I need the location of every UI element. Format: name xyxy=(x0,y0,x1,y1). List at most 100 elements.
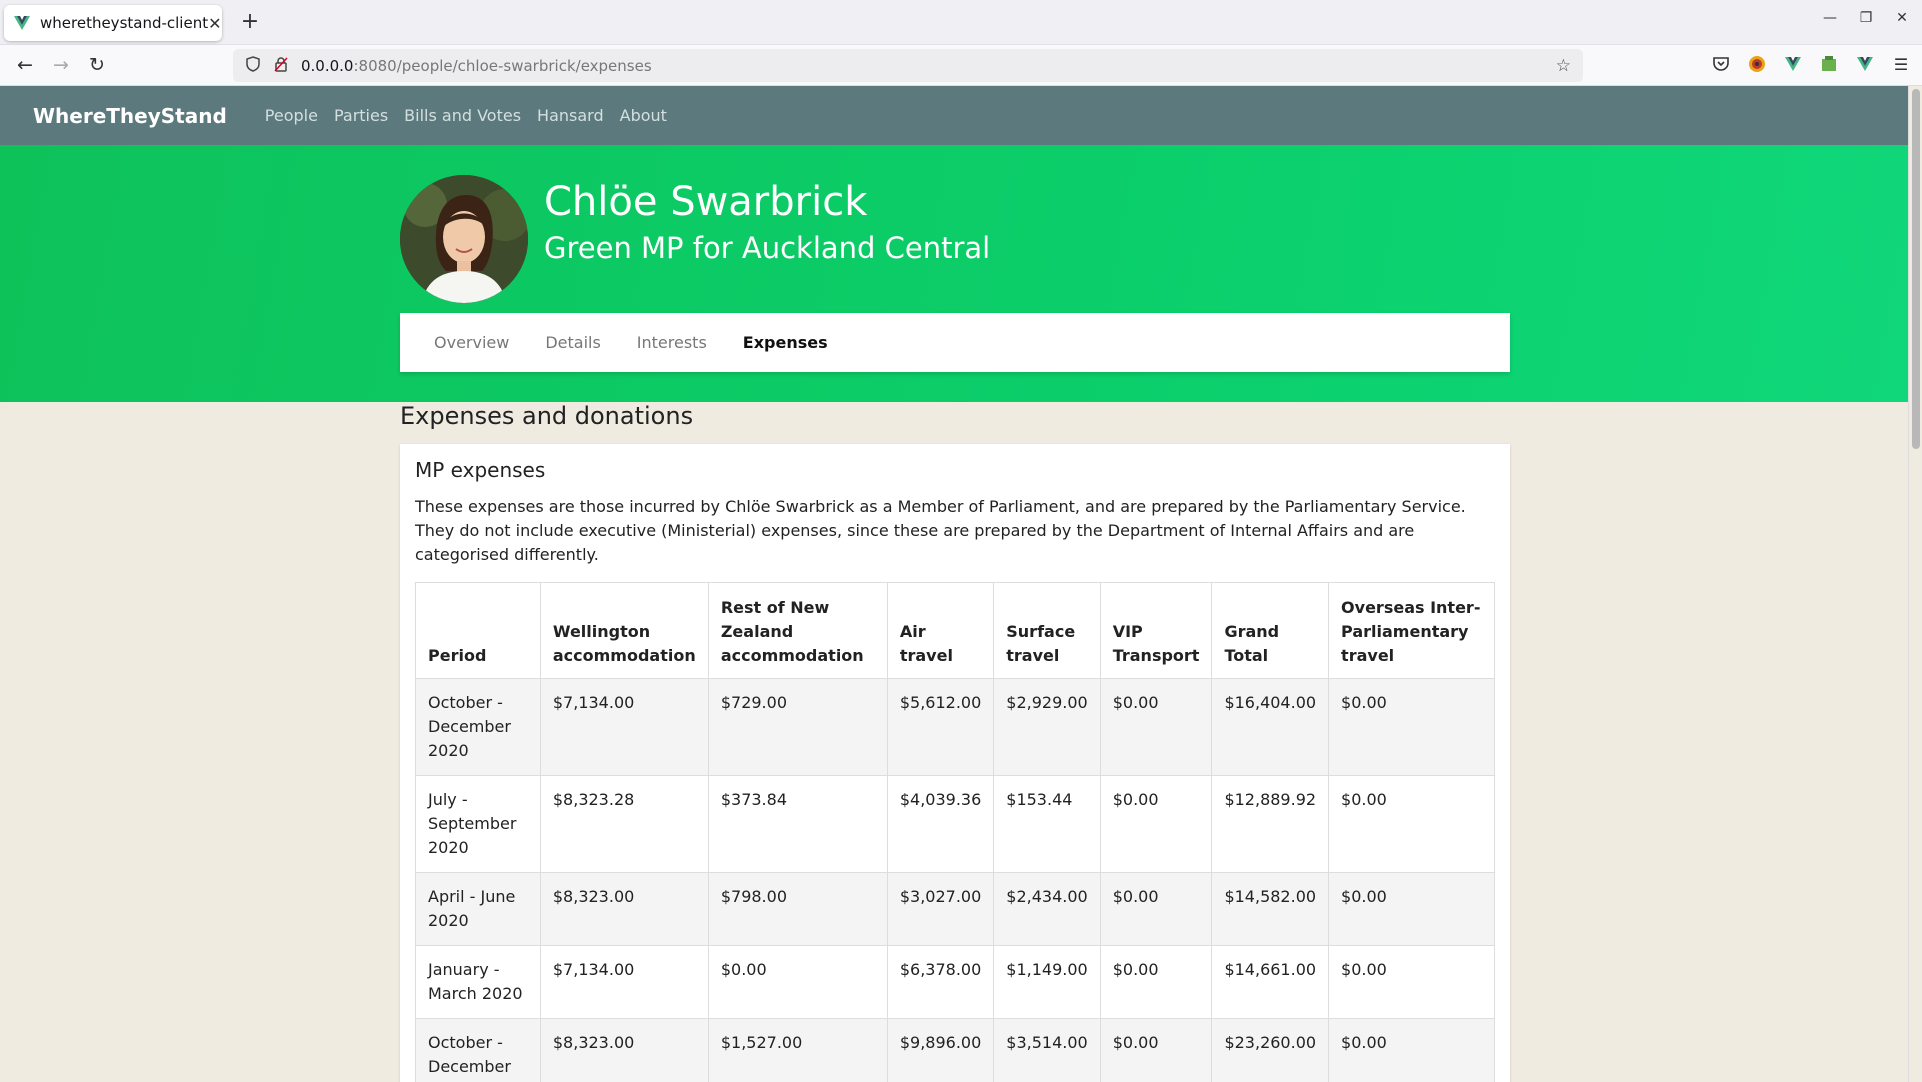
amount-cell: $3,027.00 xyxy=(886,872,995,946)
nav-link-people[interactable]: People xyxy=(265,106,318,125)
table-header-row: Period Wellington accommodation Rest of … xyxy=(415,582,1495,679)
browser-nav-bar: ← → ↻ 0.0.0.0:8080/people/chloe-swarbric… xyxy=(0,45,1922,86)
amount-cell: $0.00 xyxy=(1328,678,1495,776)
vue-favicon-icon xyxy=(14,15,30,31)
main-content: Expenses and donations MP expenses These… xyxy=(400,402,1510,1082)
extension-colorful-icon[interactable] xyxy=(1746,53,1768,75)
amount-cell: $14,582.00 xyxy=(1211,872,1330,946)
amount-cell: $0.00 xyxy=(707,945,888,1019)
amount-cell: $12,889.92 xyxy=(1211,775,1330,873)
period-cell: July - September 2020 xyxy=(415,775,541,873)
menu-icon[interactable]: ☰ xyxy=(1890,53,1912,75)
close-window-icon[interactable]: ✕ xyxy=(1894,10,1910,26)
amount-cell: $0.00 xyxy=(1099,775,1213,873)
url-host: 0.0.0.0 xyxy=(301,56,354,75)
amount-cell: $8,323.00 xyxy=(539,1018,709,1082)
browser-tab-bar: wheretheystand-client ✕ + — ❐ ✕ xyxy=(0,0,1922,45)
profile-subnav: Overview Details Interests Expenses xyxy=(400,313,1510,372)
tab-overview[interactable]: Overview xyxy=(434,333,509,352)
nav-link-about[interactable]: About xyxy=(620,106,667,125)
avatar xyxy=(400,175,528,303)
amount-cell: $0.00 xyxy=(1328,775,1495,873)
forward-icon[interactable]: → xyxy=(48,53,74,79)
url-path: :8080/people/chloe-swarbrick/expenses xyxy=(353,56,652,75)
tab-interests[interactable]: Interests xyxy=(637,333,707,352)
window-controls: — ❐ ✕ xyxy=(1822,10,1910,26)
period-cell: January - March 2020 xyxy=(415,945,541,1019)
table-row: October - December $8,323.00 $1,527.00 $9,8… xyxy=(415,1018,1495,1082)
amount-cell: $8,323.28 xyxy=(539,775,709,873)
restore-icon[interactable]: ❐ xyxy=(1858,10,1874,26)
column-header-overseas-travel: Overseas Inter-Parliamentary travel xyxy=(1328,582,1495,679)
web-page: WhereTheyStand People Parties Bills and … xyxy=(0,86,1908,1082)
page-scrollbar[interactable] xyxy=(1908,86,1922,1082)
person-subtitle: Green MP for Auckland Central xyxy=(544,231,991,265)
browser-tab[interactable]: wheretheystand-client ✕ xyxy=(4,5,222,41)
amount-cell: $1,527.00 xyxy=(707,1018,888,1082)
minimize-icon[interactable]: — xyxy=(1822,10,1838,26)
table-row: July - September 2020 $8,323.28 $373.84 $4,… xyxy=(415,775,1495,873)
amount-cell: $3,514.00 xyxy=(993,1018,1101,1082)
amount-cell: $2,929.00 xyxy=(993,678,1101,776)
bookmark-star-icon[interactable]: ☆ xyxy=(1556,56,1571,76)
vue-devtools-icon[interactable] xyxy=(1782,53,1804,75)
section-title: Expenses and donations xyxy=(400,402,694,430)
nav-link-parties[interactable]: Parties xyxy=(334,106,388,125)
amount-cell: $0.00 xyxy=(1328,872,1495,946)
toolbar-icons: ☰ xyxy=(1710,53,1912,75)
amount-cell: $0.00 xyxy=(1099,1018,1213,1082)
scrollbar-thumb[interactable] xyxy=(1912,89,1920,449)
period-cell: October - December 2020 xyxy=(415,678,541,776)
period-cell: April - June 2020 xyxy=(415,872,541,946)
back-icon[interactable]: ← xyxy=(12,53,38,79)
lock-icon[interactable] xyxy=(273,56,289,76)
column-header-surface-travel: Surface travel xyxy=(993,582,1101,679)
amount-cell: $16,404.00 xyxy=(1211,678,1330,776)
amount-cell: $0.00 xyxy=(1328,1018,1495,1082)
table-row: April - June 2020 $8,323.00 $798.00 $3,027.… xyxy=(415,872,1495,946)
amount-cell: $7,134.00 xyxy=(539,678,709,776)
column-header-rest-of-nz-accommodation: Rest of New Zealand accommodation xyxy=(707,582,888,679)
amount-cell: $0.00 xyxy=(1099,945,1213,1019)
table-row: October - December 2020 $7,134.00 $729.00 $… xyxy=(415,678,1495,776)
person-name: Chlöe Swarbrick xyxy=(544,179,868,225)
amount-cell: $798.00 xyxy=(707,872,888,946)
amount-cell: $9,896.00 xyxy=(886,1018,995,1082)
amount-cell: $7,134.00 xyxy=(539,945,709,1019)
amount-cell: $8,323.00 xyxy=(539,872,709,946)
nav-link-bills-and-votes[interactable]: Bills and Votes xyxy=(404,106,521,125)
profile-hero: Chlöe Swarbrick Green MP for Auckland Ce… xyxy=(0,145,1908,402)
reload-icon[interactable]: ↻ xyxy=(84,53,110,79)
extension-green-icon[interactable] xyxy=(1818,53,1840,75)
tab-expenses[interactable]: Expenses xyxy=(743,333,828,352)
amount-cell: $0.00 xyxy=(1099,872,1213,946)
column-header-grand-total: Grand Total xyxy=(1211,582,1330,679)
shield-icon[interactable] xyxy=(245,55,261,76)
url-text[interactable]: 0.0.0.0:8080/people/chloe-swarbrick/expe… xyxy=(301,57,1556,75)
new-tab-button[interactable]: + xyxy=(236,9,264,37)
column-header-wellington-accommodation: Wellington accommodation xyxy=(539,582,709,679)
card-description: These expenses are those incurred by Chl… xyxy=(415,497,1466,564)
tab-details[interactable]: Details xyxy=(545,333,600,352)
amount-cell: $0.00 xyxy=(1328,945,1495,1019)
mp-expenses-card: MP expenses These expenses are those inc… xyxy=(400,444,1510,1082)
amount-cell: $14,661.00 xyxy=(1211,945,1330,1019)
column-header-period: Period xyxy=(415,582,541,679)
pocket-icon[interactable] xyxy=(1710,53,1732,75)
amount-cell: $373.84 xyxy=(707,775,888,873)
url-bar[interactable]: 0.0.0.0:8080/people/chloe-swarbrick/expe… xyxy=(233,49,1583,82)
amount-cell: $1,149.00 xyxy=(993,945,1101,1019)
table-row: January - March 2020 $7,134.00 $0.00 $6,378… xyxy=(415,945,1495,1019)
brand-logo[interactable]: WhereTheyStand xyxy=(33,104,227,128)
vue-extension-icon[interactable] xyxy=(1854,53,1876,75)
amount-cell: $153.44 xyxy=(993,775,1101,873)
column-header-vip-transport: VIP Transport xyxy=(1099,582,1213,679)
amount-cell: $23,260.00 xyxy=(1211,1018,1330,1082)
amount-cell: $4,039.36 xyxy=(886,775,995,873)
amount-cell: $5,612.00 xyxy=(886,678,995,776)
close-tab-icon[interactable]: ✕ xyxy=(208,14,221,33)
period-cell: October - December xyxy=(415,1018,541,1082)
card-title: MP expenses xyxy=(415,458,546,482)
nav-link-hansard[interactable]: Hansard xyxy=(537,106,604,125)
expenses-table: Period Wellington accommodation Rest of … xyxy=(415,582,1495,1082)
